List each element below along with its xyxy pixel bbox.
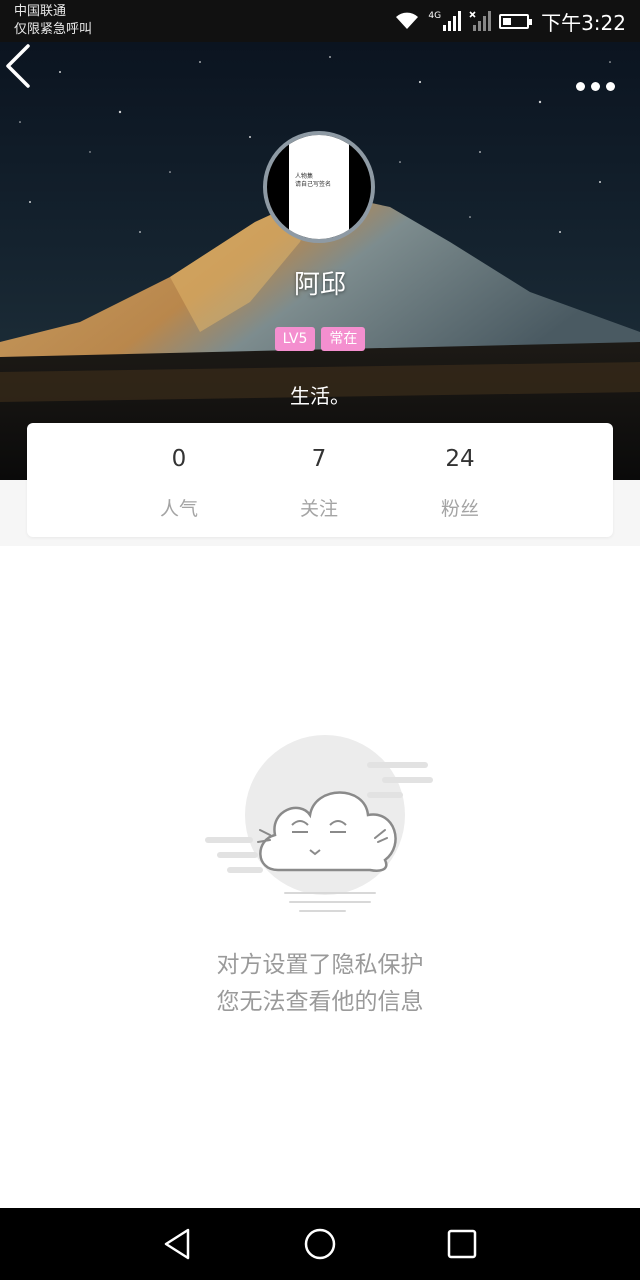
system-nav-bar [0, 1208, 640, 1280]
stat-followers[interactable]: 24 粉丝 [400, 423, 520, 521]
status-badge: 常在 [321, 327, 366, 351]
no-signal-icon [469, 11, 492, 31]
nav-back-icon[interactable] [158, 1224, 198, 1264]
status-time: 下午3:22 [541, 10, 626, 35]
avatar-caption: 人物集 请自己写签名 [295, 173, 331, 189]
emergency-call-label: 仅限紧急呼叫 [14, 22, 93, 37]
avatar-caption-line: 请自己写签名 [295, 181, 332, 188]
avatar[interactable]: 人物集 请自己写签名 [263, 131, 375, 243]
status-bar: 中国联通 仅限紧急呼叫 4G 下午3:22 [0, 0, 640, 42]
stat-value: 24 [445, 446, 475, 472]
stat-value: 7 [311, 446, 327, 472]
privacy-message-line1: 对方设置了隐私保护 [216, 952, 424, 978]
level-badge: LV5 [274, 327, 316, 351]
nav-recent-icon[interactable] [442, 1224, 482, 1264]
battery-icon [499, 13, 533, 29]
stat-label: 关注 [299, 498, 338, 520]
stat-label: 粉丝 [440, 498, 479, 520]
badge-row: LV5 常在 [0, 327, 640, 351]
more-options-button[interactable] [572, 74, 620, 98]
network-type-label: 4G [428, 11, 442, 21]
signal-icon [443, 11, 462, 31]
stats-card: 0 人气 7 关注 24 粉丝 [27, 423, 613, 537]
cloud-privacy-icon [205, 735, 433, 912]
nav-home-icon[interactable] [300, 1224, 340, 1264]
mountain-background [0, 56, 640, 480]
carrier-label: 中国联通 [14, 4, 67, 19]
profile-cover: 人物集 请自己写签名 阿邱 LV5 常在 生活。 [0, 42, 640, 480]
avatar-caption-line: 人物集 [295, 173, 314, 180]
stat-value: 0 [171, 446, 187, 472]
battery-level [503, 17, 512, 25]
stat-label: 人气 [159, 498, 198, 520]
wifi-icon [396, 12, 419, 29]
back-button[interactable] [0, 42, 40, 90]
username: 阿邱 [293, 270, 346, 300]
signature: 生活。 [290, 384, 350, 408]
status-indicators: 4G 下午3:22 [394, 6, 626, 36]
stat-following[interactable]: 7 关注 [259, 423, 379, 521]
stat-popularity[interactable]: 0 人气 [119, 423, 239, 521]
privacy-message-line2: 您无法查看他的信息 [216, 989, 424, 1015]
